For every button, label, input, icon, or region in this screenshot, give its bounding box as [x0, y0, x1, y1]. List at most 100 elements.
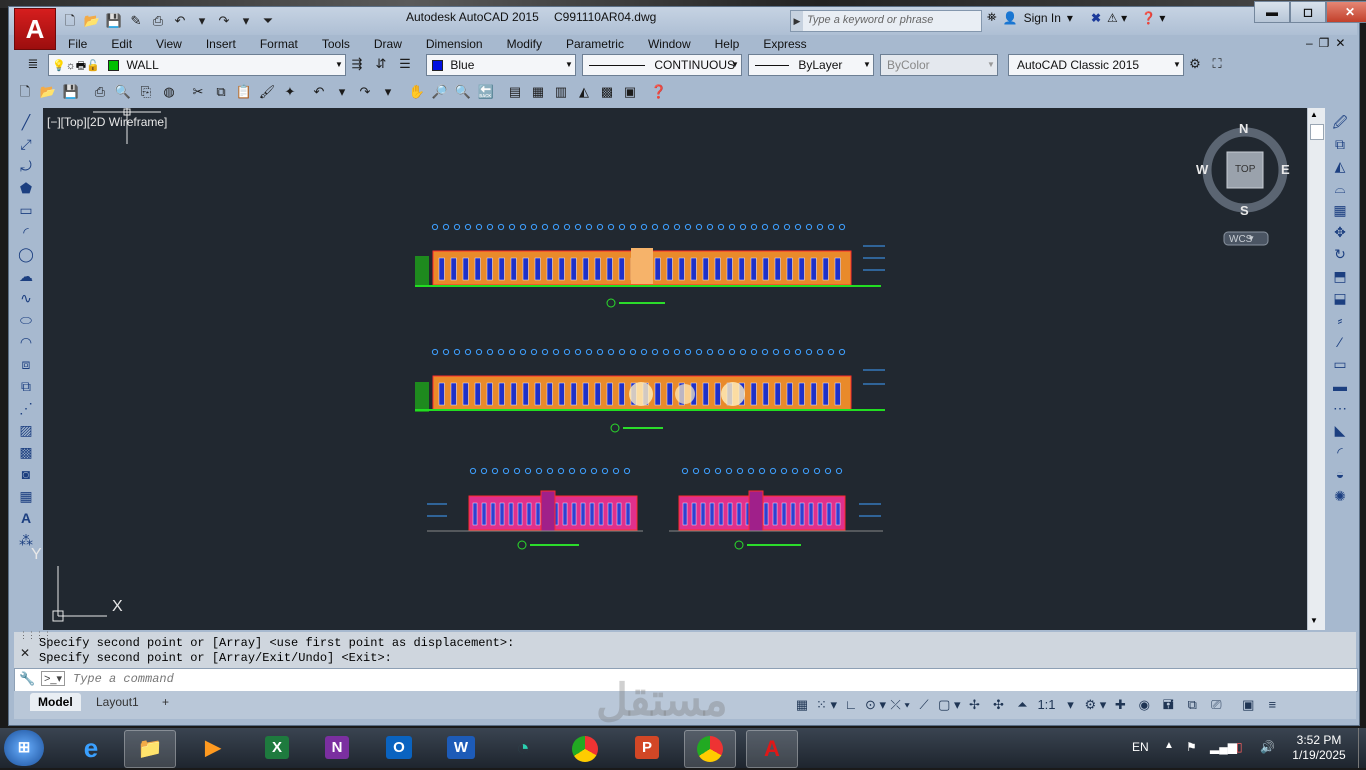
menu-help[interactable]: Help	[703, 35, 752, 53]
show-desktop-button[interactable]	[1358, 728, 1366, 768]
command-input[interactable]: Type a command	[73, 672, 174, 686]
workspace-gear-icon[interactable]: ⚙ ▾	[1084, 694, 1106, 716]
chrome-profile-icon[interactable]	[684, 730, 736, 768]
zoom-window-icon[interactable]: 🔍	[452, 82, 474, 102]
onenote-icon[interactable]: N	[312, 730, 362, 766]
save-icon[interactable]: 💾	[60, 82, 82, 102]
ellipse-icon[interactable]: ⬭	[14, 310, 38, 331]
markup-set-manager-icon[interactable]: ▩	[596, 82, 618, 102]
rectangle-icon[interactable]: ▭	[14, 200, 38, 221]
excel-icon[interactable]: X	[252, 730, 302, 766]
stretch-icon[interactable]: ⬓	[1328, 288, 1352, 309]
table-icon[interactable]: ▦	[14, 486, 38, 507]
break-icon[interactable]: ▬	[1328, 376, 1352, 397]
status-menu-icon[interactable]: ≡	[1262, 694, 1282, 716]
viewcube-east[interactable]: E	[1281, 162, 1290, 177]
language-indicator[interactable]: EN	[1132, 740, 1149, 754]
binoculars-icon[interactable]: ⛯	[987, 10, 997, 25]
chevron-down-icon[interactable]: ▾	[1060, 694, 1080, 716]
menu-dimension[interactable]: Dimension	[414, 35, 495, 53]
design-center-icon[interactable]: ▦	[527, 82, 549, 102]
internet-explorer-icon[interactable]: e	[66, 730, 116, 766]
quick-properties-icon[interactable]: ⎚	[1206, 694, 1226, 716]
plot-icon[interactable]: ⎙	[148, 11, 168, 31]
layer-states-icon[interactable]: ☰	[394, 54, 416, 74]
spline-icon[interactable]: ∿	[14, 288, 38, 309]
viewcube-north[interactable]: N	[1239, 121, 1248, 136]
volume-icon[interactable]: 🔊	[1260, 740, 1275, 754]
fillet-icon[interactable]: ◜	[1328, 442, 1352, 463]
make-block-icon[interactable]: ⧉	[14, 376, 38, 397]
pan-icon[interactable]: ✋	[406, 82, 428, 102]
vertical-scrollbar[interactable]: ▲ ▼	[1307, 108, 1325, 630]
trim-icon[interactable]: ⸗	[1328, 310, 1352, 331]
point-icon[interactable]: ⋰	[14, 398, 38, 419]
new-icon[interactable]: 🗋	[60, 11, 80, 31]
exchange-apps-icon[interactable]: ✖	[1091, 11, 1101, 25]
color-dropdown[interactable]: Blue ▼	[426, 54, 576, 76]
drawing-area[interactable]: Y X N S E W TOP WCS ▾	[31, 108, 1307, 630]
sign-in-button[interactable]: Sign In	[1024, 11, 1061, 25]
menu-tools[interactable]: Tools	[310, 35, 362, 53]
line-icon[interactable]: ╱	[14, 112, 38, 133]
snap-icon[interactable]: ⁙ ▾	[816, 694, 837, 716]
chevron-down-icon[interactable]: ▾	[1249, 233, 1254, 244]
selection-cycling-icon[interactable]: ▢ ▾	[938, 694, 960, 716]
help-icon[interactable]: ❓	[648, 82, 670, 102]
clean-screen-icon[interactable]: ▣	[1238, 694, 1258, 716]
lineweight-dropdown[interactable]: ByLayer ▼	[748, 54, 874, 76]
scroll-down-icon[interactable]: ▼	[1310, 616, 1318, 625]
hatch-icon[interactable]: ▨	[14, 420, 38, 441]
sheet-set-manager-icon[interactable]: ◭	[573, 82, 595, 102]
menu-window[interactable]: Window	[636, 35, 703, 53]
workspace-settings-gear-icon[interactable]: ⚙	[1184, 54, 1206, 74]
scroll-thumb[interactable]	[1310, 124, 1324, 140]
menu-file[interactable]: File	[56, 35, 99, 53]
zoom-previous-icon[interactable]: 🔙	[475, 82, 497, 102]
undo-dropdown-icon[interactable]: ▾	[331, 82, 353, 102]
mirror-icon[interactable]: ◭	[1328, 156, 1352, 177]
construction-line-icon[interactable]: ⤢	[14, 134, 38, 155]
scale-icon[interactable]: ⬒	[1328, 266, 1352, 287]
menu-draw[interactable]: Draw	[362, 35, 414, 53]
media-player-icon[interactable]: ▶	[188, 730, 238, 766]
outlook-icon[interactable]: O	[374, 730, 424, 766]
ellipse-arc-icon[interactable]: ◠	[14, 332, 38, 353]
offset-icon[interactable]: ⌓	[1328, 178, 1352, 199]
undo-icon[interactable]: ↶	[170, 11, 190, 31]
plot-preview-icon[interactable]: 🔍	[112, 82, 134, 102]
search-box[interactable]: ▶ Type a keyword or phrase	[790, 10, 982, 32]
start-button[interactable]: ⊞	[4, 730, 44, 766]
menu-insert[interactable]: Insert	[194, 35, 248, 53]
revision-cloud-icon[interactable]: ☁	[14, 266, 38, 287]
show-hidden-icons-icon[interactable]: ▲	[1164, 740, 1174, 751]
block-editor-icon[interactable]: ✦	[279, 82, 301, 102]
layer-dropdown[interactable]: 💡☼🖶🔓 WALL ▼	[48, 54, 346, 76]
make-current-layer-icon[interactable]: ⇶	[346, 54, 368, 74]
annotation-visibility-icon[interactable]: ✢	[964, 694, 984, 716]
menu-modify[interactable]: Modify	[495, 35, 554, 53]
workspace-dropdown[interactable]: AutoCAD Classic 2015 ▼	[1008, 54, 1184, 76]
tab-layout1[interactable]: Layout1	[88, 693, 147, 711]
move-icon[interactable]: ✥	[1328, 222, 1352, 243]
viewport-controls[interactable]: [−][Top][2D Wireframe]	[47, 115, 167, 129]
linetype-dropdown[interactable]: CONTINUOUS ▼	[582, 54, 742, 76]
polyline-icon[interactable]: ⤾	[14, 156, 38, 177]
menu-view[interactable]: View	[144, 35, 194, 53]
viewcube-west[interactable]: W	[1196, 162, 1208, 177]
erase-icon[interactable]: 🖉	[1328, 112, 1352, 133]
match-properties-icon[interactable]: 🖌	[256, 82, 278, 102]
tab-model[interactable]: Model	[30, 693, 81, 711]
blend-curves-icon[interactable]: ◒	[1328, 464, 1352, 485]
autoscale-icon[interactable]: ✣	[988, 694, 1008, 716]
customize-wrench-icon[interactable]: 🔧	[19, 671, 35, 687]
tool-palettes-icon[interactable]: ▥	[550, 82, 572, 102]
file-explorer-icon[interactable]: 📁	[124, 730, 176, 768]
redo-icon[interactable]: ↷	[354, 82, 376, 102]
save-as-icon[interactable]: ✎	[126, 11, 146, 31]
insert-block-icon[interactable]: ⧈	[14, 354, 38, 375]
paste-icon[interactable]: 📋	[233, 82, 255, 102]
edge-icon[interactable]: ◔	[498, 730, 548, 766]
close-button[interactable]: ✕	[1326, 1, 1366, 23]
region-icon[interactable]: ◙	[14, 464, 38, 485]
